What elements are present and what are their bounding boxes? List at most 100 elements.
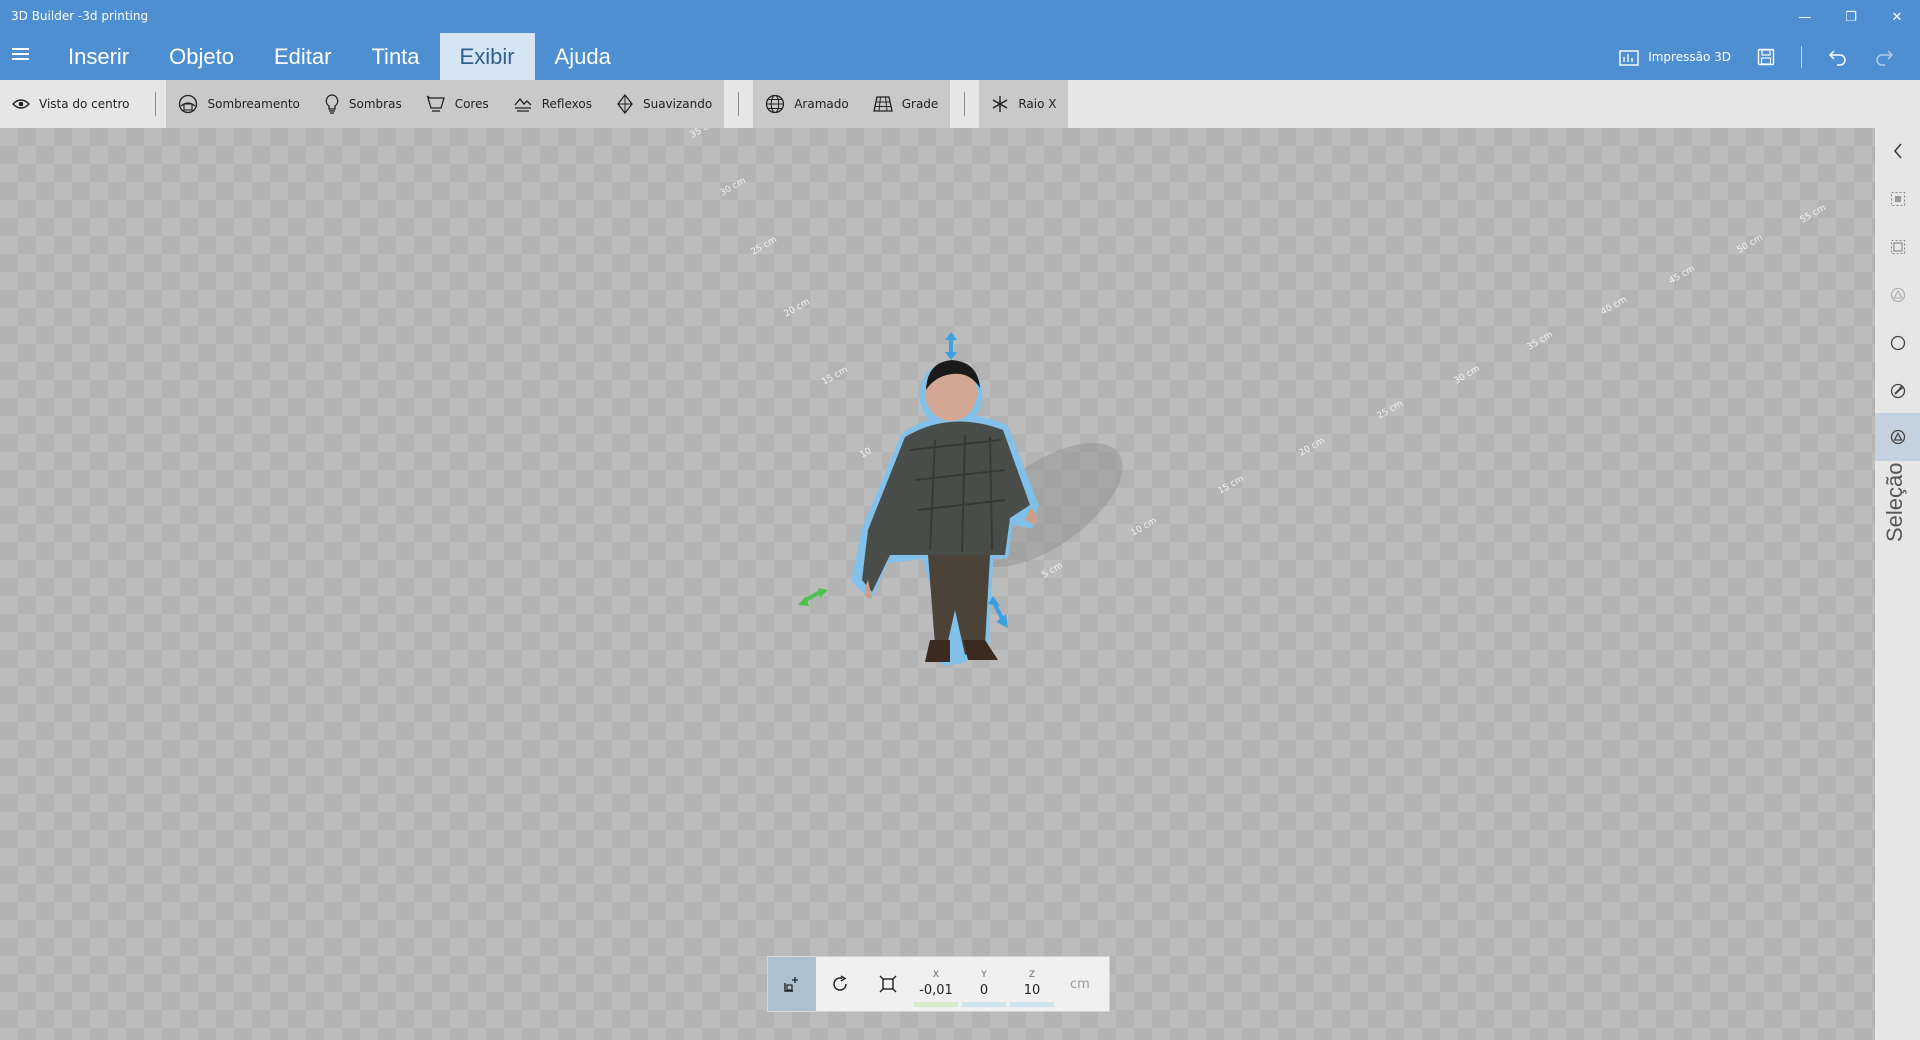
grid-toggle[interactable]: Grade: [860, 80, 951, 128]
hamburger-menu-icon[interactable]: [12, 48, 29, 60]
move-z-handle[interactable]: [945, 332, 957, 360]
menu-editar[interactable]: Editar: [254, 33, 351, 80]
ruler-label: 30 cm: [1453, 364, 1482, 387]
selection-panel-label: Seleção: [1882, 462, 1907, 542]
move-x-handle[interactable]: [798, 588, 828, 606]
right-panel: Seleção: [1875, 128, 1920, 1040]
select-all-button[interactable]: [1875, 229, 1920, 265]
select-vertices-button[interactable]: [1875, 325, 1920, 361]
center-view-button[interactable]: Vista do centro: [0, 80, 141, 128]
ruler-label: 40 cm: [1600, 295, 1629, 318]
chevron-left-icon: [1893, 143, 1902, 159]
select-object-icon: [1890, 191, 1905, 207]
select-faces-button[interactable]: [1875, 277, 1920, 313]
smoothing-label: Suavizando: [642, 97, 713, 111]
ruler-label: 55 cm: [1799, 203, 1828, 226]
menu-ajuda[interactable]: Ajuda: [535, 33, 631, 80]
3d-viewport[interactable]: 35 cm 30 cm 25 cm 20 cm 15 cm 10 0 5 cm …: [0, 128, 1875, 1040]
window-title: 3D Builder -3d printing: [11, 9, 149, 23]
move-y-handle[interactable]: [988, 596, 1008, 628]
move-icon: [784, 977, 798, 992]
view-toolbar: Vista do centro Sombreamento Sombras Cor…: [0, 80, 1920, 128]
y-coordinate-field[interactable]: Y 0: [960, 957, 1008, 1011]
center-view-label: Vista do centro: [39, 97, 130, 111]
scale-icon: [879, 975, 897, 993]
toolbar-divider: [964, 92, 966, 116]
ruler-label: 25 cm: [1376, 399, 1405, 422]
z-coordinate-field[interactable]: Z 10: [1008, 957, 1056, 1011]
title-actions-divider: [1801, 45, 1802, 68]
z-label: Z: [1028, 970, 1036, 980]
ruler-label: 35 cm: [1526, 330, 1555, 353]
toolbar-divider: [738, 92, 740, 116]
reflections-icon: [514, 97, 532, 112]
unit-label: cm: [1070, 976, 1090, 992]
xray-label: Raio X: [1018, 97, 1057, 111]
print-3d-icon: [1619, 49, 1639, 66]
ruler-label: 20 cm: [1298, 436, 1327, 459]
person-model[interactable]: [851, 360, 1039, 666]
ruler-label: 10 cm: [1130, 516, 1159, 539]
scene-canvas: 35 cm 30 cm 25 cm 20 cm 15 cm 10 0 5 cm …: [689, 128, 1828, 666]
title-actions: Impressão 3D: [1619, 33, 1920, 80]
rotate-icon: [833, 975, 847, 991]
triangle-select-icon: [1890, 429, 1905, 445]
minimize-button[interactable]: —: [1782, 2, 1828, 32]
close-button[interactable]: ✕: [1874, 2, 1920, 32]
grid-icon: [872, 96, 893, 112]
xray-icon: [992, 96, 1008, 112]
ruler-label: 5 cm: [1041, 561, 1065, 581]
edges-icon: [1890, 383, 1905, 399]
undo-button[interactable]: [1828, 48, 1848, 66]
restore-button[interactable]: ❐: [1828, 2, 1874, 32]
z-value[interactable]: 10: [1024, 983, 1041, 998]
collapse-panel-button[interactable]: [1875, 133, 1920, 169]
menu-exibir[interactable]: Exibir: [439, 33, 535, 80]
menu-inserir[interactable]: Inserir: [48, 33, 149, 80]
ruler-label: 35 cm: [689, 128, 718, 141]
smoothing-icon: [617, 94, 633, 114]
ruler-label: 45 cm: [1668, 264, 1697, 287]
selection-mode-button[interactable]: [1875, 413, 1920, 461]
select-edges-button[interactable]: [1875, 373, 1920, 409]
smoothing-toggle[interactable]: Suavizando: [603, 80, 725, 128]
grid-label: Grade: [901, 97, 939, 111]
select-all-icon: [1890, 239, 1905, 255]
ruler-label: 20 cm: [783, 297, 812, 320]
lightbulb-icon: [325, 94, 339, 114]
wireframe-label: Aramado: [794, 97, 849, 111]
wireframe-toggle[interactable]: Aramado: [753, 80, 861, 128]
ruler-label: 15 cm: [1217, 474, 1246, 497]
ruler-label: 25 cm: [750, 235, 779, 258]
reflections-toggle[interactable]: Reflexos: [500, 80, 604, 128]
x-coordinate-field[interactable]: X -0,01: [912, 957, 960, 1011]
shading-icon: [179, 94, 198, 114]
redo-button[interactable]: [1874, 48, 1894, 66]
title-bar: 3D Builder -3d printing — ❐ ✕ Inserir Ob…: [0, 0, 1920, 80]
save-button[interactable]: [1757, 48, 1775, 66]
print-3d-button[interactable]: Impressão 3D: [1619, 48, 1731, 66]
ruler-label: 10: [859, 446, 874, 461]
scale-tool-button[interactable]: [864, 957, 912, 1011]
x-label: X: [932, 970, 940, 980]
save-icon: [1757, 48, 1775, 65]
x-value[interactable]: -0,01: [919, 983, 953, 998]
circle-icon: [1890, 335, 1905, 351]
menu-tinta[interactable]: Tinta: [351, 33, 439, 80]
ruler-label: 15 cm: [821, 365, 850, 388]
ruler-label: 50 cm: [1736, 233, 1765, 256]
print-3d-label: Impressão 3D: [1648, 49, 1731, 64]
shading-toggle[interactable]: Sombreamento: [166, 80, 312, 128]
colors-toggle[interactable]: Cores: [413, 80, 501, 128]
select-objects-button[interactable]: [1875, 181, 1920, 217]
xray-toggle[interactable]: Raio X: [979, 80, 1069, 128]
main-menu: Inserir Objeto Editar Tinta Exibir Ajuda: [48, 33, 631, 80]
rotate-tool-button[interactable]: [816, 957, 864, 1011]
shadows-toggle[interactable]: Sombras: [311, 80, 414, 128]
shading-label: Sombreamento: [207, 97, 300, 111]
transform-toolbar: X -0,01 Y 0 Z 10 cm: [767, 956, 1110, 1012]
faces-icon: [1890, 287, 1905, 303]
y-value[interactable]: 0: [980, 983, 988, 998]
move-tool-button[interactable]: [768, 957, 816, 1011]
menu-objeto[interactable]: Objeto: [149, 33, 254, 80]
